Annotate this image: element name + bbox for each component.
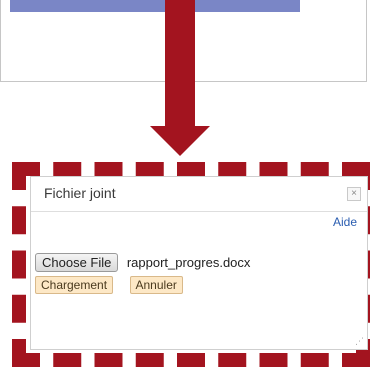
- down-arrow-icon: [165, 0, 195, 128]
- dialog-title: Fichier joint: [44, 185, 116, 201]
- attachment-dialog: Fichier joint × Aide Choose File rapport…: [30, 176, 368, 350]
- choose-file-button[interactable]: Choose File: [35, 253, 119, 272]
- help-link[interactable]: Aide: [333, 215, 357, 229]
- cancel-button[interactable]: Annuler: [129, 276, 183, 294]
- title-separator: [31, 211, 367, 212]
- close-icon[interactable]: ×: [347, 187, 361, 201]
- upper-panel-bar: [10, 0, 300, 12]
- file-picker-row: Choose File rapport_progres.docx: [35, 253, 250, 272]
- selected-file-name: rapport_progres.docx: [126, 255, 251, 270]
- resize-grip-icon[interactable]: ⋰: [355, 337, 364, 346]
- upload-button[interactable]: Chargement: [35, 276, 114, 294]
- action-row: Chargement Annuler: [35, 276, 195, 294]
- down-arrow-head: [150, 126, 210, 156]
